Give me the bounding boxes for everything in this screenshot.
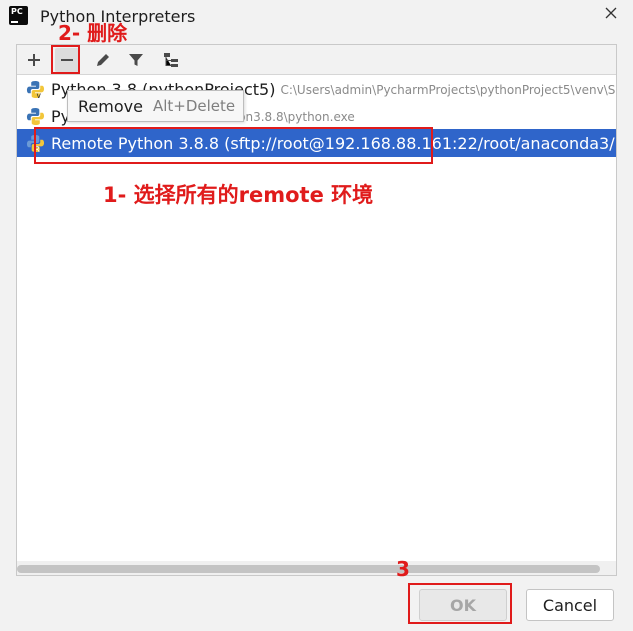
annotation-step3: 3 — [396, 557, 410, 581]
selection-highlight-box — [34, 127, 433, 164]
cancel-button[interactable]: Cancel — [526, 589, 614, 621]
show-paths-button[interactable] — [159, 48, 183, 72]
close-button[interactable] — [602, 4, 620, 22]
remove-tooltip: Remove Alt+Delete — [67, 90, 244, 122]
interpreter-path: on3.8.8\python.exe — [238, 109, 355, 124]
plus-icon — [28, 54, 40, 66]
svg-text:v: v — [36, 91, 41, 99]
ok-highlight-box — [408, 583, 512, 624]
pencil-icon — [97, 54, 109, 66]
interpreter-path: C:\Users\admin\PycharmProjects\pythonPro… — [280, 82, 616, 97]
remove-highlight-box — [51, 45, 80, 74]
horizontal-scrollbar[interactable] — [17, 561, 616, 575]
python-icon — [26, 107, 45, 126]
tree-icon — [164, 53, 178, 67]
pycharm-icon: PC — [9, 6, 28, 25]
python-icon: v — [26, 80, 45, 99]
tooltip-label: Remove — [78, 96, 143, 116]
annotation-step1: 1- 选择所有的remote 环境 — [103, 183, 374, 207]
scrollbar-thumb[interactable] — [17, 565, 600, 573]
filter-button[interactable] — [124, 48, 148, 72]
list-toolbar — [17, 45, 616, 75]
filter-icon — [129, 54, 143, 66]
interpreters-panel: v Python 3.8 (pythonProject5) C:\Users\a… — [16, 44, 617, 576]
tooltip-shortcut: Alt+Delete — [152, 97, 236, 115]
edit-button[interactable] — [91, 48, 115, 72]
add-button[interactable] — [22, 48, 46, 72]
annotation-step2: 2- 删除 — [58, 21, 128, 45]
python-interpreters-dialog: PC Python Interpreters 2- 删除 v C:\Users\… — [0, 0, 633, 631]
close-icon — [605, 7, 617, 19]
